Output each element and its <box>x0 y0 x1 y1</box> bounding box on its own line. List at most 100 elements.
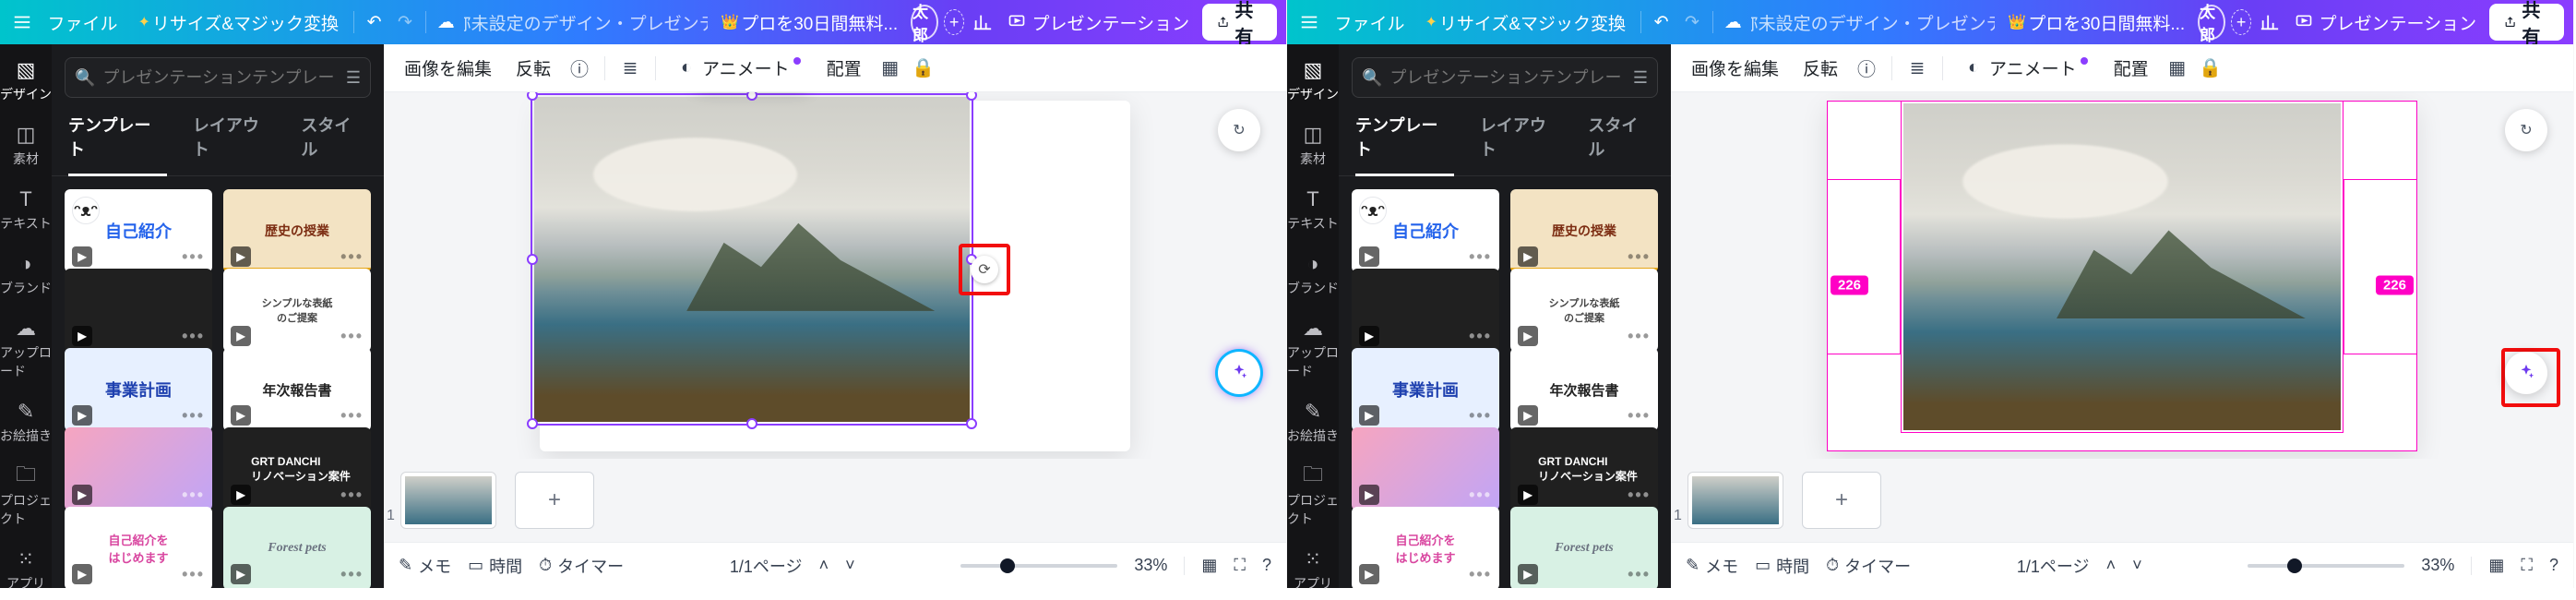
template-thumb[interactable]: シンプルな表紙 のご提案▶••• <box>1510 269 1658 352</box>
position-button[interactable]: 配置 <box>821 52 867 84</box>
page-thumb-1[interactable]: 1 <box>1688 472 1783 529</box>
transparency-icon[interactable]: ▦ <box>880 58 900 78</box>
animate-button[interactable]: ◐アニメート <box>671 52 808 84</box>
template-thumb[interactable]: 事業計画▶••• <box>65 348 212 431</box>
template-thumb[interactable]: 年次報告書▶••• <box>1510 348 1658 431</box>
duration-button[interactable]: ▭時間 <box>468 554 522 578</box>
page-settings-button[interactable]: ↻ <box>1218 109 1260 151</box>
edit-image-button[interactable]: 画像を編集 <box>1686 52 1784 84</box>
position-button[interactable]: 配置 <box>2108 52 2154 84</box>
timer-button[interactable]: ⏱タイマー <box>1826 554 1911 578</box>
template-thumb[interactable]: シンプルな表紙 のご提案▶••• <box>223 269 371 352</box>
tab-layouts[interactable]: レイアウト <box>193 107 276 166</box>
rail-draw[interactable]: ✎お絵描き <box>0 393 52 452</box>
menu-button[interactable] <box>9 6 34 39</box>
undo-button[interactable]: ↶ <box>1649 6 1674 39</box>
insights-button[interactable] <box>970 6 995 39</box>
rail-elements[interactable]: ◫素材 <box>0 116 52 175</box>
rail-draw[interactable]: ✎お絵描き <box>1287 393 1339 452</box>
fullscreen-icon[interactable]: ⛶ <box>1234 556 1246 575</box>
menu-button[interactable] <box>1296 6 1321 39</box>
template-thumb[interactable]: ᵔᴥᵔ自己紹介▶••• <box>1352 189 1499 272</box>
presentation-page[interactable]: 226 226 <box>1827 101 2417 451</box>
resize-handle[interactable] <box>746 418 757 429</box>
template-thumb[interactable]: ▶••• <box>1352 427 1499 510</box>
user-avatar[interactable]: 太郎 <box>2198 5 2225 40</box>
template-thumb[interactable]: ▶••• <box>65 269 212 352</box>
tab-styles[interactable]: スタイル <box>1588 107 1654 166</box>
template-thumb[interactable]: Forest pets▶••• <box>1510 507 1658 588</box>
template-search[interactable]: 🔍 ☰ <box>65 57 371 98</box>
flip-button[interactable]: 反転 <box>510 52 556 84</box>
prev-page-icon[interactable]: ˄ <box>2106 556 2117 575</box>
flip-button[interactable]: 反転 <box>1797 52 1843 84</box>
undo-button[interactable]: ↶ <box>362 6 387 39</box>
add-page-button[interactable]: + <box>515 472 594 529</box>
tab-templates[interactable]: テンプレート <box>68 107 167 176</box>
template-thumb[interactable]: Forest pets▶••• <box>223 507 371 588</box>
magic-fab[interactable] <box>2505 352 2547 394</box>
lock-icon[interactable]: 🔒 <box>2200 58 2221 78</box>
filter-icon[interactable]: ☰ <box>346 68 361 88</box>
resize-handle[interactable] <box>527 254 538 265</box>
zoom-slider[interactable] <box>2248 564 2404 568</box>
resize-handle[interactable] <box>527 418 538 429</box>
rail-uploads[interactable]: ☁アップロード <box>1287 310 1339 388</box>
magic-fab[interactable] <box>1218 352 1260 394</box>
next-page-icon[interactable]: ˅ <box>845 556 855 575</box>
align-icon[interactable]: ≣ <box>620 58 640 78</box>
add-page-button[interactable]: + <box>1802 472 1881 529</box>
file-menu[interactable]: ファイル <box>40 6 125 39</box>
notes-button[interactable]: ✎メモ <box>399 554 451 578</box>
resize-magic-button[interactable]: ✦リサイズ&マジック変換 <box>131 6 347 39</box>
rail-elements[interactable]: ◫素材 <box>1287 116 1339 175</box>
template-search-input[interactable] <box>102 68 338 88</box>
tab-templates[interactable]: テンプレート <box>1355 107 1454 176</box>
zoom-value[interactable]: 33% <box>2421 556 2454 575</box>
align-icon[interactable]: ≣ <box>1907 58 1927 78</box>
pro-trial-button[interactable]: 👑プロを30日間無料... <box>713 6 905 39</box>
tab-styles[interactable]: スタイル <box>301 107 367 166</box>
page-settings-button[interactable]: ↻ <box>2505 109 2547 151</box>
resize-handle[interactable] <box>966 92 977 101</box>
help-icon[interactable]: ? <box>1262 556 1271 575</box>
rail-design[interactable]: ▧ デザイン <box>0 52 52 111</box>
template-search-input[interactable] <box>1389 68 1625 88</box>
fullscreen-icon[interactable]: ⛶ <box>2521 556 2533 575</box>
file-menu[interactable]: ファイル <box>1327 6 1412 39</box>
next-page-icon[interactable]: ˅ <box>2132 556 2142 575</box>
lock-icon[interactable]: 🔒 <box>913 58 934 78</box>
template-thumb[interactable]: 自己紹介を はじめます▶••• <box>65 507 212 588</box>
selected-image[interactable]: ⧉ 🗑 ⋯ <box>531 93 973 426</box>
transparency-icon[interactable]: ▦ <box>2167 58 2188 78</box>
rail-apps[interactable]: ⁙アプリ <box>0 541 52 600</box>
share-button[interactable]: 共有 <box>1202 4 1277 41</box>
grid-view-icon[interactable]: ▦ <box>2488 556 2504 575</box>
rail-design[interactable]: ▧デザイン <box>1287 52 1339 111</box>
template-thumb[interactable]: 年次報告書▶••• <box>223 348 371 431</box>
resize-handle[interactable] <box>966 418 977 429</box>
dragging-image[interactable] <box>1901 101 2343 433</box>
template-thumb[interactable]: 歴史の授業▶••• <box>1510 189 1658 272</box>
presentation-page[interactable]: ⧉ 🗑 ⋯ ⟳ <box>540 101 1130 451</box>
filter-icon[interactable]: ☰ <box>1633 68 1648 88</box>
template-thumb[interactable]: ᵔᴥᵔ自己紹介▶••• <box>65 189 212 272</box>
rail-projects[interactable]: 🗀プロジェクト <box>1287 458 1339 535</box>
page-thumb-1[interactable]: 1 <box>400 472 496 529</box>
rail-text[interactable]: Tテキスト <box>1287 181 1339 240</box>
present-button[interactable]: プレゼンテーション <box>2287 6 2484 39</box>
add-collaborator-button[interactable]: + <box>2231 9 2251 35</box>
info-icon[interactable]: ⓘ <box>1856 58 1877 78</box>
duration-button[interactable]: ▭時間 <box>1755 554 1809 578</box>
cloud-sync-icon[interactable]: ☁ <box>1721 6 1746 39</box>
cloud-sync-icon[interactable]: ☁ <box>434 6 459 39</box>
redo-button[interactable]: ↷ <box>1679 6 1704 39</box>
resize-magic-button[interactable]: ✦リサイズ&マジック変換 <box>1418 6 1634 39</box>
redo-button[interactable]: ↷ <box>392 6 417 39</box>
rail-brand[interactable]: ◑ブランド <box>0 246 52 305</box>
present-button[interactable]: プレゼンテーション <box>1000 6 1197 39</box>
timer-button[interactable]: ⏱タイマー <box>539 554 624 578</box>
page-indicator[interactable]: 1/1ページ <box>2017 554 2090 578</box>
grid-view-icon[interactable]: ▦ <box>1201 556 1217 575</box>
zoom-slider[interactable] <box>960 564 1117 568</box>
